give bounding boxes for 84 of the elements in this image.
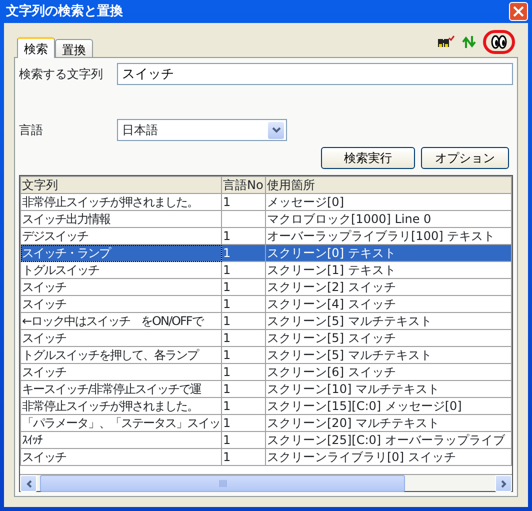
table-cell: 1 [222,364,266,380]
table-cell: スクリーン[1] テキスト [266,262,512,278]
table-cell: ｽｲｯﾁ [20,432,222,448]
tab[interactable]: 置換 [55,39,93,57]
table-cell: スクリーン[20] マルチテキスト [266,414,512,432]
column-header[interactable]: 言語No [222,176,266,194]
table-cell: スクリーン[0] テキスト [266,244,512,262]
close-icon [513,6,524,17]
table-row[interactable]: スイッチ 1 スクリーン[4] スイッチ [20,296,512,312]
table-cell: 1 [222,296,266,312]
table-cell: 1 [222,330,266,346]
table-cell: スクリーン[25][C:0] オーバーラップライブ [266,432,512,448]
table-row[interactable]: 非常停止スイッチが押されました。 1 メッセージ[0] [20,194,512,210]
table-row[interactable]: スイッチ 1 スクリーン[5] スイッチ [20,330,512,346]
table-cell: スクリーン[2] スイッチ [266,278,512,296]
table-cell: メッセージ[0] [266,194,512,210]
table-cell: スクリーン[5] マルチテキスト [266,346,512,364]
scrollbar-thumb[interactable] [40,475,405,492]
table-cell: 「パラメータ」、「ステータス」スイッ [20,414,222,432]
column-header[interactable]: 使用箇所 [266,176,512,194]
table-row[interactable]: スイッチ 1 スクリーンライブラリ[0] スイッチ [20,448,512,466]
table-cell: スイッチ出力情報 [20,210,222,228]
table-cell: 非常停止スイッチが押されました。 [20,194,222,210]
table-cell: スイッチ [20,448,222,466]
table-cell: スイッチ・ランプ [20,244,222,262]
table-cell: 1 [222,380,266,398]
table-cell: スクリーン[15][C:0] メッセージ[0] [266,398,512,414]
table-row[interactable]: スイッチ出力情報 マクロブロック[1000] Line 0 [20,210,512,228]
table-row[interactable]: スイッチ 1 スクリーン[6] スイッチ [20,364,512,380]
table-row[interactable]: 非常停止スイッチが押されました。 1 スクリーン[15][C:0] メッセージ[0] [20,398,512,414]
binoculars-icon[interactable] [437,35,455,49]
tab[interactable]: 検索 [17,37,55,58]
table-cell: ←ロック中はスイッチ をON/OFFで [20,312,222,330]
horizontal-scrollbar[interactable] [20,474,512,491]
field-label: 検索する文字列 [19,66,104,83]
table-row[interactable]: スイッチ 1 スクリーン[2] スイッチ [20,278,512,296]
table-cell: スクリーン[4] スイッチ [266,296,512,312]
scroll-left-button[interactable] [20,475,37,492]
table-cell: スクリーン[6] スイッチ [266,364,512,380]
table-cell: スイッチ [20,278,222,296]
table-cell: 1 [222,398,266,414]
chevron-left-icon [26,480,32,488]
grip-icon [218,480,226,487]
table-cell: スイッチ [20,296,222,312]
table-cell: スクリーンライブラリ[0] スイッチ [266,448,512,466]
search-field[interactable]: スイッチ [117,63,513,85]
table-row[interactable]: ｽｲｯﾁ 1 スクリーン[25][C:0] オーバーラップライブ [20,432,512,448]
table-cell: スクリーン[5] マルチテキスト [266,312,512,330]
chevron-right-icon [500,480,506,488]
table-row[interactable]: トグルスイッチを押して、各ランプ 1 スクリーン[5] マルチテキスト [20,346,512,364]
table-row[interactable]: ←ロック中はスイッチ をON/OFFで 1 スクリーン[5] マルチテキスト [20,312,512,330]
table-row[interactable]: キースイッチ/非常停止スイッチで運 1 スクリーン[10] マルチテキスト [20,380,512,398]
table-cell: スイッチ [20,330,222,346]
table-cell: スクリーン[10] マルチテキスト [266,380,512,398]
table-cell: 1 [222,346,266,364]
arrows-icon[interactable] [461,35,477,49]
table-cell: 1 [222,244,266,262]
chevron-down-icon [272,127,280,133]
search-button[interactable]: 検索実行 [321,147,415,169]
table-cell: キースイッチ/非常停止スイッチで運 [20,380,222,398]
table-row[interactable]: スイッチ・ランプ 1 スクリーン[0] テキスト [20,244,512,262]
table-cell: トグルスイッチを押して、各ランプ [20,346,222,364]
close-button[interactable] [509,2,528,21]
table-cell: 1 [222,414,266,432]
table-cell: 1 [222,312,266,330]
table-cell: 1 [222,278,266,296]
table-cell: スクリーン[5] スイッチ [266,330,512,346]
table-row[interactable]: 「パラメータ」、「ステータス」スイッ 1 スクリーン[20] マルチテキスト [20,414,512,432]
eyes-icon[interactable] [491,35,507,49]
table-cell: 1 [222,262,266,278]
language-dropdown[interactable]: 日本語 [117,119,287,141]
table-cell: 非常停止スイッチが押されました。 [20,398,222,414]
field-label: 言語 [19,122,44,139]
table-cell: 1 [222,432,266,448]
table-cell: トグルスイッチ [20,262,222,278]
table-cell: マクロブロック[1000] Line 0 [266,210,512,228]
column-header[interactable]: 文字列 [20,176,222,194]
window-title: 文字列の検索と置換 [6,2,123,21]
options-button[interactable]: オプション [421,147,509,169]
table-cell: スイッチ [20,364,222,380]
table-row[interactable]: トグルスイッチ 1 スクリーン[1] テキスト [20,262,512,278]
table-cell: 1 [222,194,266,210]
scroll-right-button[interactable] [495,475,512,492]
table-cell: 1 [222,448,266,466]
